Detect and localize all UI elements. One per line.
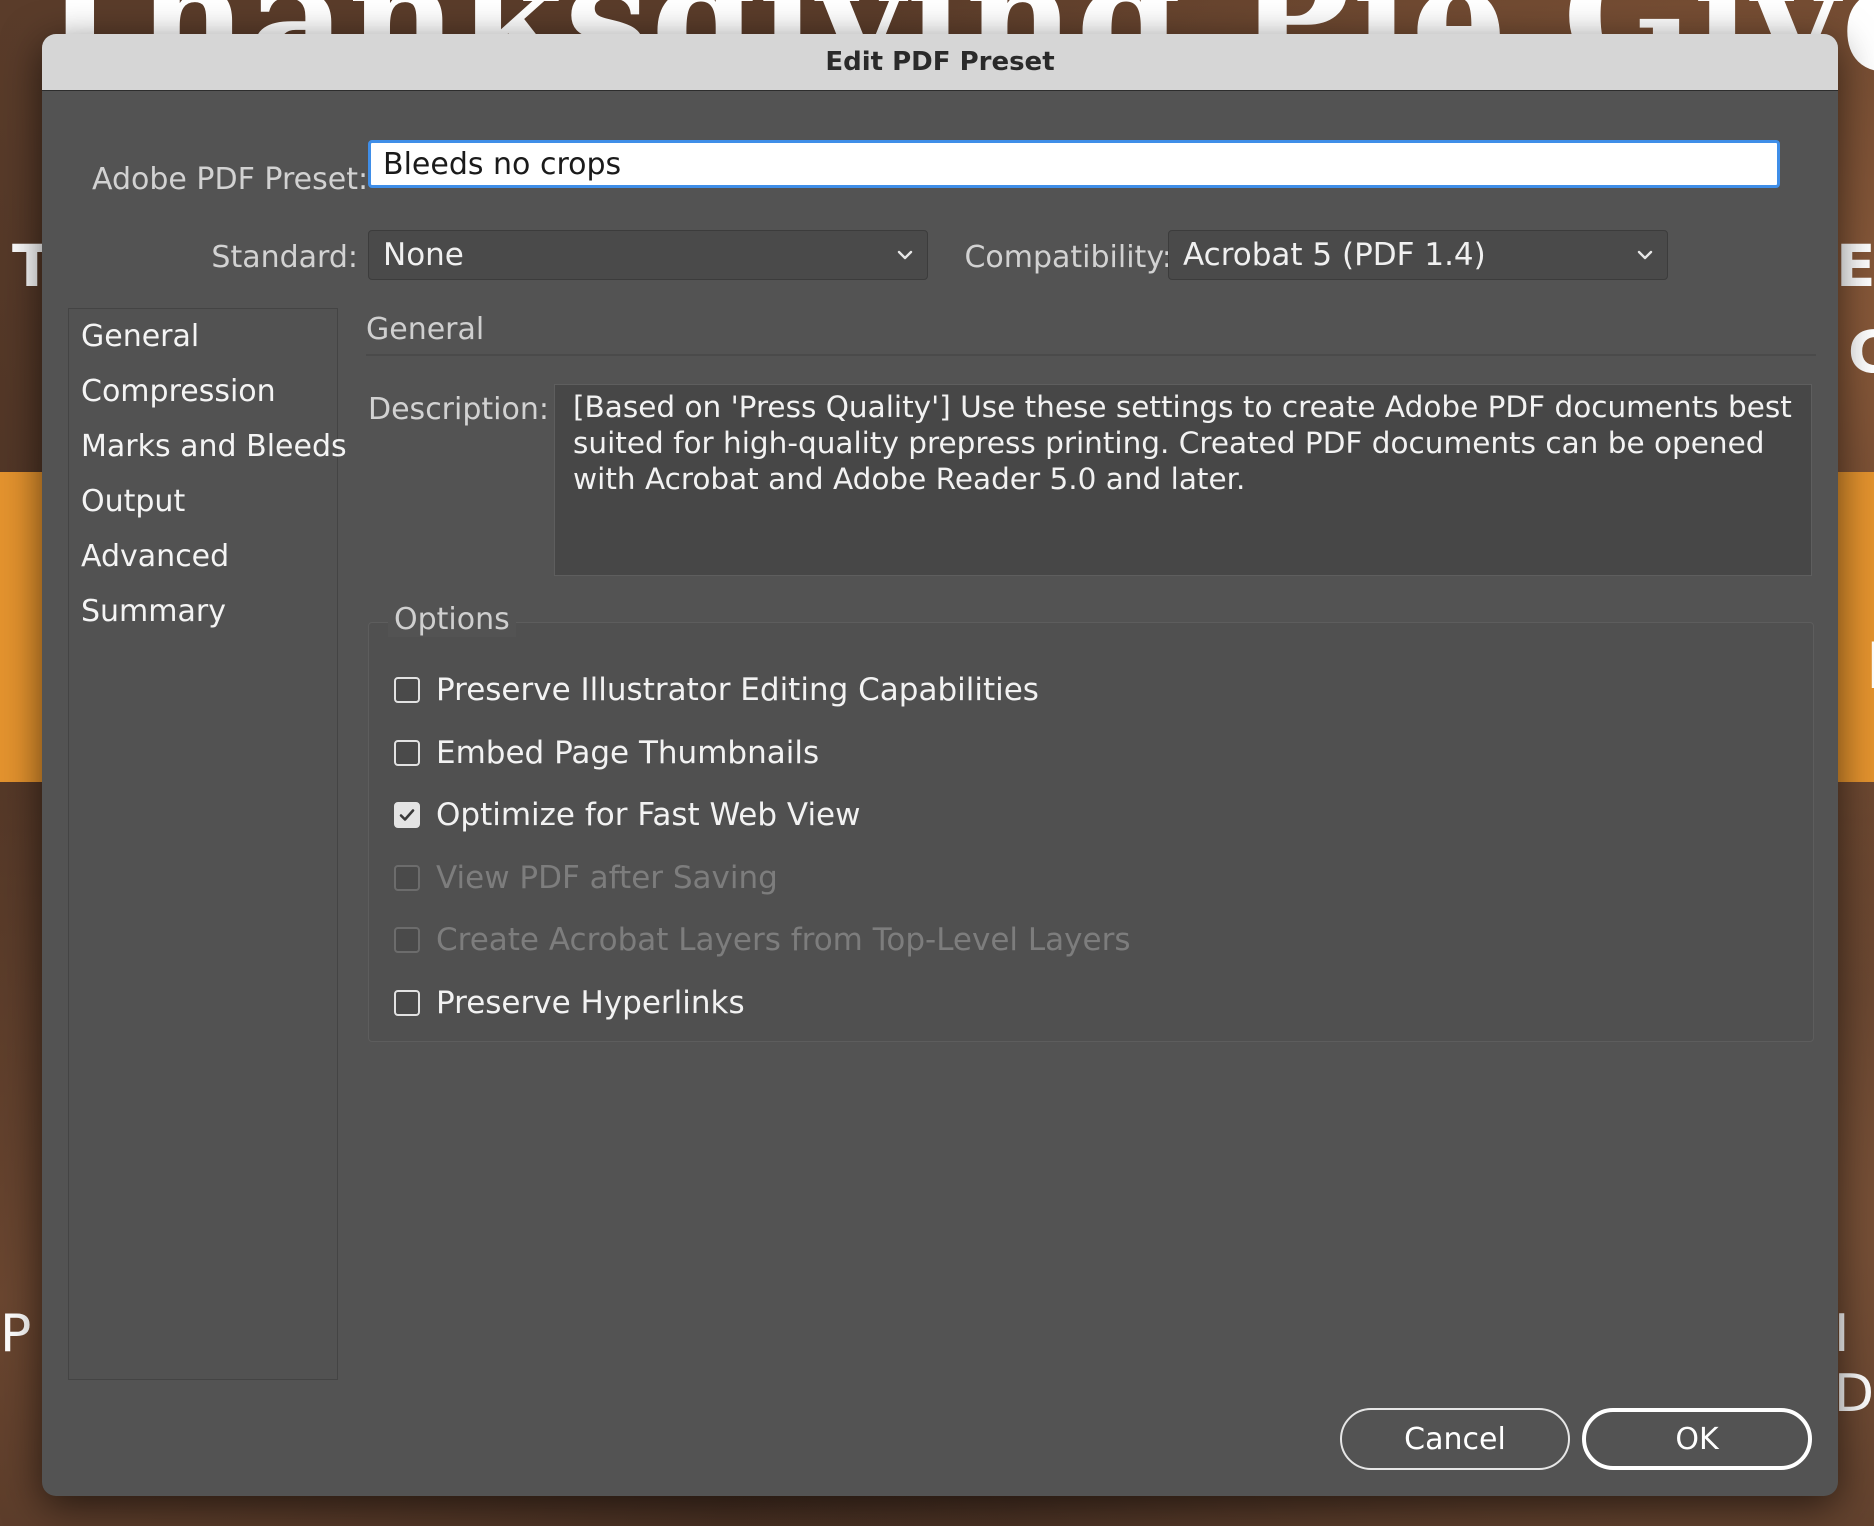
standard-value: None [383, 237, 464, 273]
compatibility-label: Compatibility: [964, 240, 1172, 275]
edit-pdf-preset-dialog: Edit PDF Preset Adobe PDF Preset: Standa… [42, 34, 1838, 1496]
description-label: Description: [368, 392, 549, 427]
option-label: Optimize for Fast Web View [436, 797, 861, 833]
sidebar-item-marks-and-bleeds[interactable]: Marks and Bleeds [81, 429, 347, 464]
background-text-fragment: P [0, 1304, 32, 1364]
checkbox-disabled [394, 927, 420, 953]
preset-name-input[interactable] [368, 140, 1780, 188]
option-preserve-illustrator-editing[interactable]: Preserve Illustrator Editing Capabilitie… [394, 672, 1039, 708]
option-view-pdf-after-saving: View PDF after Saving [394, 860, 778, 896]
checkmark-icon [399, 809, 415, 821]
standard-select[interactable]: None [368, 230, 928, 280]
option-preserve-hyperlinks[interactable]: Preserve Hyperlinks [394, 985, 745, 1021]
option-label: Create Acrobat Layers from Top-Level Lay… [436, 922, 1131, 958]
checkbox[interactable] [394, 990, 420, 1016]
sidebar-item-general[interactable]: General [81, 319, 199, 354]
chevron-down-icon [897, 250, 913, 260]
option-embed-page-thumbnails[interactable]: Embed Page Thumbnails [394, 735, 819, 771]
ok-button[interactable]: OK [1582, 1408, 1812, 1470]
options-legend: Options [388, 602, 516, 637]
cancel-button[interactable]: Cancel [1340, 1408, 1570, 1470]
option-create-acrobat-layers: Create Acrobat Layers from Top-Level Lay… [394, 922, 1130, 958]
checkbox-disabled [394, 865, 420, 891]
compatibility-select[interactable]: Acrobat 5 (PDF 1.4) [1168, 230, 1668, 280]
category-sidebar: General Compression Marks and Bleeds Out… [68, 308, 347, 1380]
section-divider [366, 354, 1816, 356]
description-text: [Based on 'Press Quality'] Use these set… [554, 384, 1812, 576]
dialog-title: Edit PDF Preset [825, 47, 1055, 77]
standard-label: Standard: [211, 240, 358, 275]
checkbox[interactable] [394, 677, 420, 703]
dialog-titlebar[interactable]: Edit PDF Preset [42, 34, 1838, 91]
option-label: Preserve Illustrator Editing Capabilitie… [436, 672, 1039, 708]
checkbox-checked[interactable] [394, 802, 420, 828]
background-text-fragment: I D [1834, 1304, 1874, 1424]
background-text-fragment: G [1848, 318, 1874, 386]
sidebar-item-summary[interactable]: Summary [81, 594, 226, 629]
background-text-fragment: | [1866, 634, 1874, 688]
checkbox[interactable] [394, 740, 420, 766]
chevron-down-icon [1637, 250, 1653, 260]
section-title: General [366, 312, 485, 347]
background-text-fragment: E [1836, 232, 1874, 300]
preset-label: Adobe PDF Preset: [92, 162, 369, 197]
option-label: Preserve Hyperlinks [436, 985, 745, 1021]
compatibility-value: Acrobat 5 (PDF 1.4) [1183, 237, 1486, 273]
option-optimize-fast-web-view[interactable]: Optimize for Fast Web View [394, 797, 860, 833]
option-label: View PDF after Saving [436, 860, 778, 896]
sidebar-item-compression[interactable]: Compression [81, 374, 276, 409]
option-label: Embed Page Thumbnails [436, 735, 820, 771]
sidebar-item-output[interactable]: Output [81, 484, 185, 519]
sidebar-item-advanced[interactable]: Advanced [81, 539, 229, 574]
